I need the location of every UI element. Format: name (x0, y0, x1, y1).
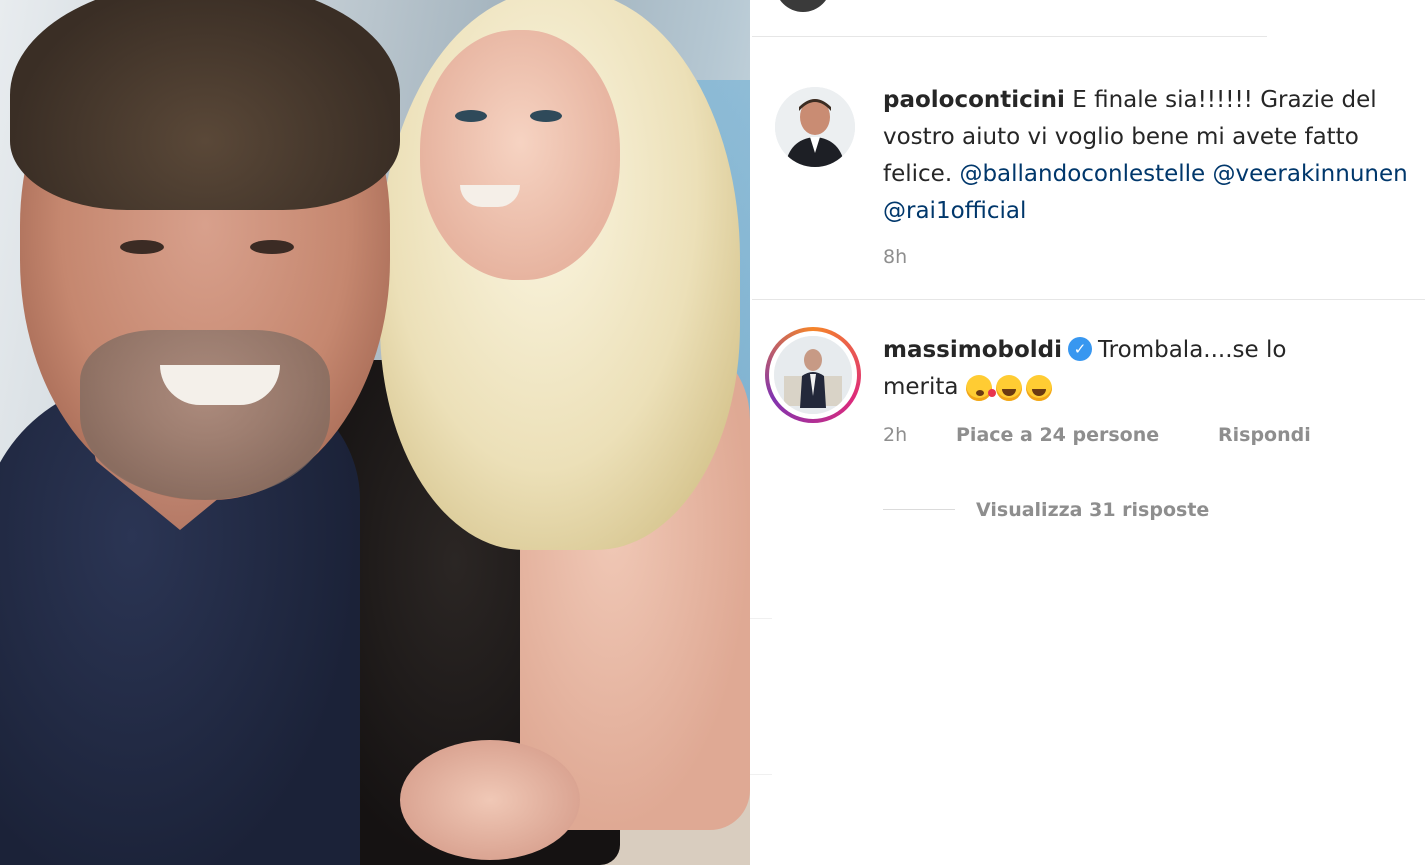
caption-divider (752, 299, 1425, 300)
commenter-username[interactable]: massimoboldi (883, 337, 1062, 363)
laughing-emoji-icon (1025, 374, 1052, 401)
comment-likes-link[interactable]: Piace a 24 persone (956, 424, 1159, 446)
mention-link[interactable]: @veerakinnunen (1213, 161, 1408, 187)
mention-link[interactable]: @rai1official (883, 198, 1026, 224)
view-replies-button[interactable]: Visualizza 31 risposte (976, 499, 1209, 521)
photo-woman-face (420, 30, 620, 280)
comment-body: massimoboldi ✓ Trombala....se lo merita (883, 332, 1353, 406)
photo-man-hair (10, 0, 400, 210)
author-avatar[interactable] (775, 87, 855, 167)
kissing-heart-emoji-icon (965, 374, 996, 401)
laughing-emoji-icon (995, 374, 1022, 401)
lower-divider (750, 618, 772, 619)
commenter-avatar-ring[interactable] (765, 327, 861, 423)
author-username[interactable]: paoloconticini (883, 87, 1065, 113)
mention-link[interactable]: @ballandoconlestelle (959, 161, 1205, 187)
author-avatar-icon (775, 87, 855, 167)
view-replies-line (883, 509, 955, 510)
post-photo[interactable] (0, 0, 750, 865)
lower-divider (750, 774, 772, 775)
header-divider (752, 36, 1267, 37)
post-timestamp: 8h (883, 246, 908, 268)
photo-woman-hand (400, 740, 580, 860)
photo-woman-eye (455, 110, 487, 122)
comment-timestamp: 2h (883, 424, 908, 446)
verified-badge-icon: ✓ (1068, 337, 1093, 361)
reply-button[interactable]: Rispondi (1218, 424, 1311, 446)
post-caption: paoloconticini E finale sia!!!!!! Grazie… (883, 82, 1418, 230)
photo-man-eye (250, 240, 294, 254)
photo-man-eye (120, 240, 164, 254)
commenter-avatar-icon (774, 336, 852, 414)
photo-man-beard (80, 330, 330, 500)
photo-woman-eye (530, 110, 562, 122)
